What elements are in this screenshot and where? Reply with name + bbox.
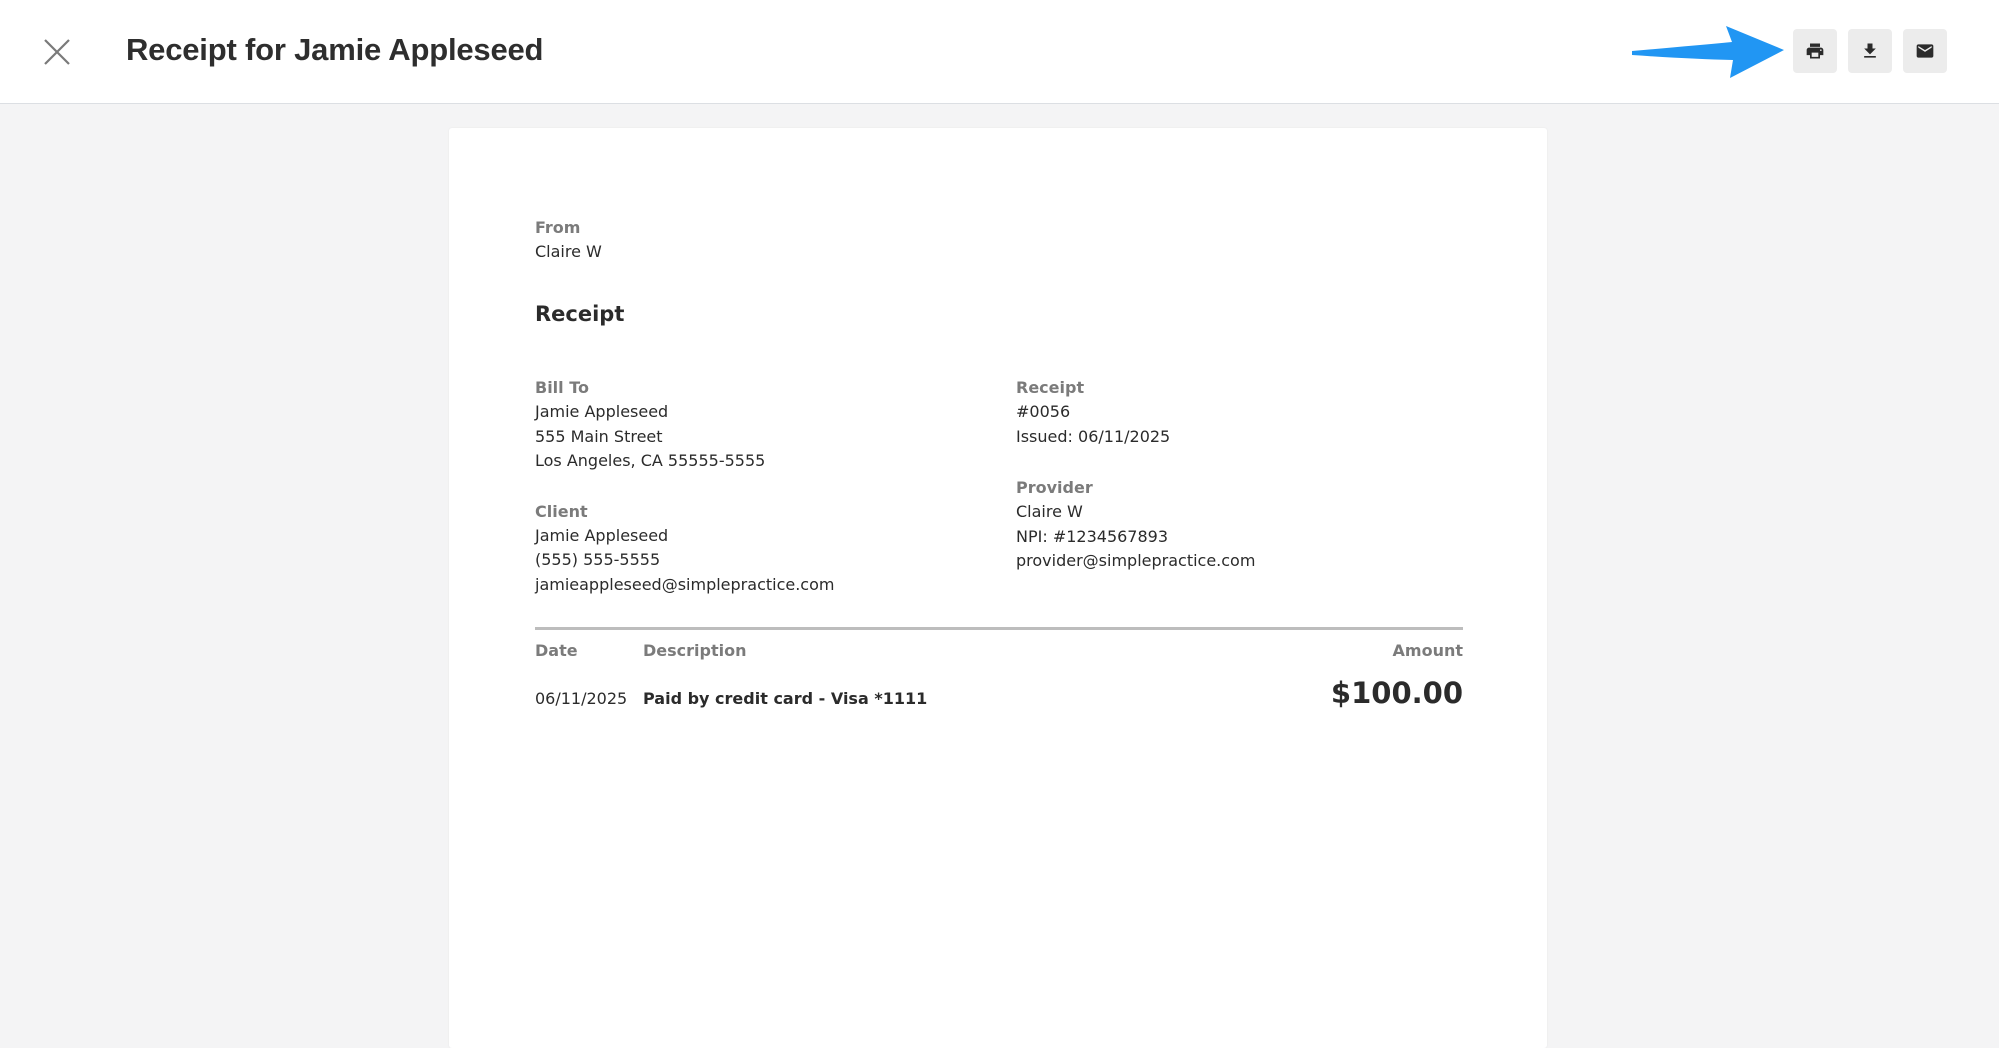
client-label: Client [535,501,588,521]
page-title: Receipt for Jamie Appleseed [126,32,544,67]
row-date: 06/11/2025 [535,689,628,708]
download-button[interactable] [1848,29,1892,73]
provider-name: Claire W [1016,502,1083,521]
receipt-heading: Receipt [535,302,625,326]
table-divider [535,627,1463,630]
receipt-document: From Claire W Receipt Bill To Jamie Appl… [449,128,1547,1048]
receipt-label: Receipt [1016,378,1085,397]
bill-to-name: Jamie Appleseed [535,402,669,421]
description-column-header: Description [643,641,747,660]
print-button[interactable] [1793,29,1837,73]
provider-label: Provider [1016,478,1093,497]
row-description: Paid by credit card - Visa *1111 [643,689,928,708]
from-block: From Claire W [535,216,602,265]
receipt-issued-date: Issued: 06/11/2025 [1016,426,1171,446]
download-icon [1864,43,1876,58]
receipt-number: #0056 [1016,402,1071,421]
from-label: From [535,218,581,237]
top-bar: Receipt for Jamie Appleseed [0,0,1999,104]
amount-column-header: Amount [1392,641,1463,660]
email-icon [1916,44,1934,58]
provider-npi: NPI: #1234567893 [1016,526,1169,546]
client-phone: (555) 555-5555 [535,550,661,569]
client-name: Jamie Appleseed [535,525,669,545]
bill-to-label: Bill To [535,378,589,397]
printer-icon [1806,43,1824,59]
close-icon[interactable] [40,35,74,69]
bill-to-city: Los Angeles, CA 55555-5555 [535,451,766,470]
pointer-arrow-icon [1632,26,1784,78]
date-column-header: Date [535,641,578,660]
bill-to-street: 555 Main Street [535,426,663,446]
billing-column: Bill To Jamie Appleseed 555 Main Street … [535,376,1015,597]
provider-email: provider@simplepractice.com [1016,551,1256,570]
email-button[interactable] [1903,29,1947,73]
receipt-info-column: Receipt #0056 Issued: 06/11/2025 Provide… [1016,376,1456,574]
client-email: jamieappleseed@simplepractice.com [535,574,835,594]
from-name: Claire W [535,242,602,261]
row-amount: $100.00 [1330,676,1463,710]
